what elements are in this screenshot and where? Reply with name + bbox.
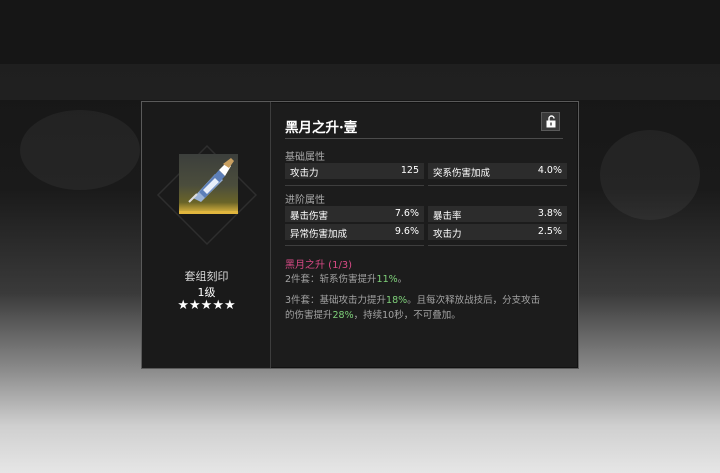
advanced-stats-label: 进阶属性: [285, 195, 325, 206]
stat-divider: [285, 245, 424, 246]
stat-name: 攻击力: [433, 229, 462, 240]
stat-value: 9.6%: [394, 226, 419, 237]
stat-name: 暴击率: [433, 211, 462, 222]
dagger-gem-icon[interactable]: [179, 154, 238, 214]
base-stats-label: 基础属性: [285, 152, 325, 163]
set-name: 黑月之升 (1/3): [285, 260, 353, 271]
stat-divider: [428, 245, 567, 246]
stat-row: 暴击伤害 7.6%: [285, 206, 424, 222]
stat-row: 暴击率 3.8%: [428, 206, 567, 222]
set-bonus-2: 2件套：斩系伤害提升11%。: [285, 274, 408, 285]
unlock-icon: [546, 115, 556, 128]
stat-value: 2.5%: [537, 226, 562, 237]
background-row: [0, 64, 720, 100]
background-top-bar: [0, 0, 720, 48]
item-details: 黑月之升·壹 基础属性 攻击力 125 突系伤害加成 4.0% 进阶属性 暴击伤…: [271, 102, 578, 368]
stat-value: 4.0%: [537, 165, 562, 176]
stat-name: 异常伤害加成: [290, 229, 348, 240]
rarity-stars: ★★★★★: [177, 298, 236, 313]
stat-divider: [285, 185, 424, 186]
title-divider: [285, 138, 563, 139]
stat-divider: [428, 185, 567, 186]
stat-name: 暴击伤害: [290, 211, 329, 222]
item-detail-panel: 套组刻印 1级 ★★★★★ 黑月之升·壹 基础属性 攻击力 125 突系伤害加成…: [141, 101, 579, 369]
stat-row: 突系伤害加成 4.0%: [428, 163, 567, 179]
set-label: 套组刻印: [184, 270, 229, 283]
set-bonus-3: 3件套：基础攻击力提升18%。且每次释放战技后，分支攻击 的伤害提升28%，持续…: [285, 295, 541, 321]
stat-value: 3.8%: [537, 208, 562, 219]
stat-name: 突系伤害加成: [433, 168, 491, 179]
stat-name: 攻击力: [290, 168, 319, 179]
lock-toggle-button[interactable]: [541, 112, 560, 131]
item-title: 黑月之升·壹: [285, 120, 358, 136]
background-blur: [20, 110, 140, 190]
stat-row: 异常伤害加成 9.6%: [285, 224, 424, 240]
stat-value: 7.6%: [394, 208, 419, 219]
item-summary: 套组刻印 1级 ★★★★★: [142, 102, 271, 368]
stat-row: 攻击力 125: [285, 163, 424, 179]
background-blur: [600, 130, 700, 220]
stat-value: 125: [400, 165, 419, 176]
stat-row: 攻击力 2.5%: [428, 224, 567, 240]
